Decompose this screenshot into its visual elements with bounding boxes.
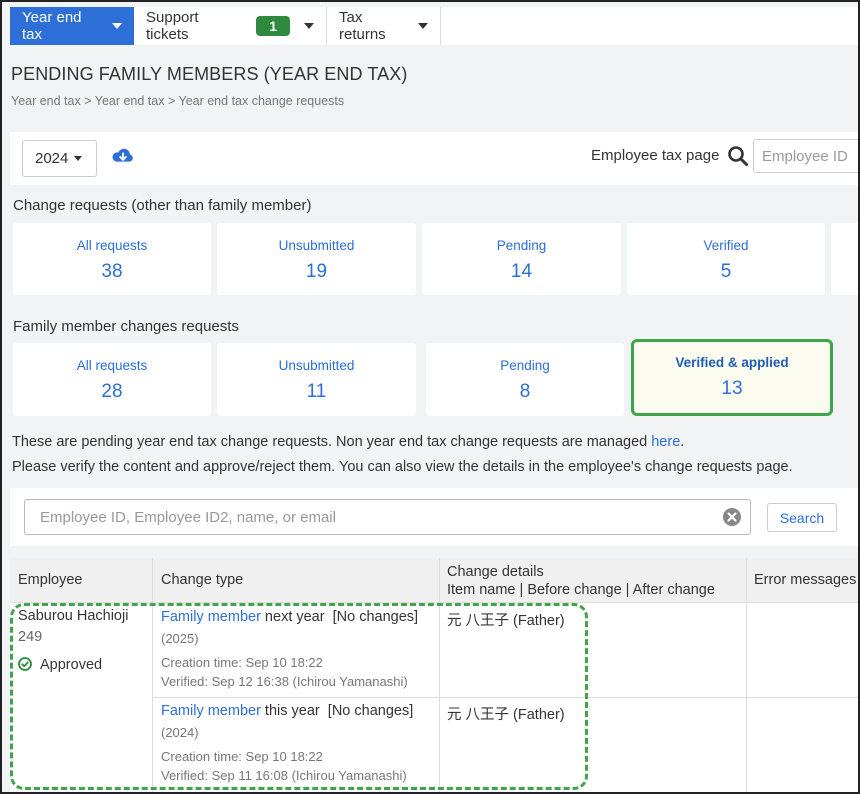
search-bar: Search: [10, 488, 858, 546]
year-select[interactable]: 2024: [22, 140, 97, 177]
status-label: Approved: [40, 657, 103, 673]
card-value: 14: [510, 261, 533, 282]
search-button[interactable]: Search: [767, 503, 837, 532]
card-value: 38: [101, 261, 123, 282]
change-year: (2025): [161, 631, 199, 646]
table-header: Employee Change type Change details Item…: [10, 558, 858, 603]
filter-bar: 2024 Employee tax page: [10, 132, 858, 185]
card-label: Pending: [496, 238, 547, 253]
column-divider: [746, 558, 747, 792]
family-card-unsubmitted[interactable]: Unsubmitted 11: [217, 343, 416, 416]
card-label: All requests: [76, 358, 148, 373]
change-type-row-2: Family member this year [No changes]: [161, 703, 413, 719]
change-type-text: this year [No changes]: [260, 703, 414, 719]
header-error-messages: Error messages: [754, 572, 857, 588]
change-type-row-1: Family member next year [No changes]: [161, 609, 418, 625]
card-label: Verified: [703, 238, 749, 253]
column-divider: [439, 558, 440, 792]
card-label: Verified & applied: [675, 355, 789, 370]
change-detail: 元 八王子 (Father): [447, 707, 565, 723]
card-label: All requests: [76, 238, 148, 253]
ticket-count-badge: 1: [256, 16, 290, 36]
cloud-download-icon[interactable]: [111, 146, 135, 166]
creation-time: Creation time: Sep 10 18:22: [161, 749, 323, 764]
family-card-verified-applied[interactable]: Verified & applied 13: [631, 339, 833, 416]
column-divider: [152, 558, 153, 792]
change-requests-title: Change requests (other than family membe…: [13, 197, 312, 214]
chevron-down-icon: [418, 23, 428, 29]
card-verified[interactable]: Verified 5: [627, 223, 825, 295]
employee-id-input[interactable]: [753, 139, 858, 173]
tab-year-end-tax[interactable]: Year end tax: [10, 7, 134, 45]
chevron-down-icon: [112, 23, 122, 29]
tab-label: Support tickets: [146, 9, 199, 43]
here-link[interactable]: here: [651, 434, 680, 450]
tab-label: Year end tax: [22, 9, 82, 43]
verified-time: Verified: Sep 12 16:38 (Ichirou Yamanash…: [161, 674, 408, 689]
info-line-1: These are pending year end tax change re…: [12, 434, 684, 450]
employee-id: 249: [18, 629, 43, 645]
card-pending[interactable]: Pending 14: [422, 223, 621, 295]
header-employee: Employee: [18, 572, 83, 588]
change-detail: 元 八王子 (Father): [447, 613, 565, 629]
employee-search-input[interactable]: [24, 499, 751, 535]
approved-status: Approved: [18, 657, 102, 673]
employee-name-link[interactable]: Saburou Hachioji: [18, 608, 128, 624]
clear-icon[interactable]: [722, 507, 742, 527]
card-unsubmitted[interactable]: Unsubmitted 19: [217, 223, 416, 295]
verified-time: Verified: Sep 11 16:08 (Ichirou Yamanash…: [161, 768, 407, 783]
card-value: 8: [519, 381, 531, 402]
tab-label: Tax returns: [339, 9, 386, 43]
card-all-requests[interactable]: All requests 38: [13, 223, 211, 295]
app-frame: Year end tax Support tickets 1 Tax retur…: [0, 0, 860, 794]
top-tab-bar: Year end tax Support tickets 1 Tax retur…: [10, 7, 858, 45]
tab-tax-returns[interactable]: Tax returns: [327, 7, 441, 45]
change-type-text: next year [No changes]: [260, 609, 419, 625]
card-value: 13: [721, 378, 743, 399]
chevron-down-icon: [304, 23, 314, 29]
card-partial[interactable]: [831, 223, 858, 295]
family-member-link[interactable]: Family member: [161, 703, 261, 719]
header-change-details: Change details: [447, 564, 544, 580]
card-value: 28: [101, 381, 123, 402]
chevron-down-icon: [74, 156, 83, 161]
page-title: PENDING FAMILY MEMBERS (YEAR END TAX): [11, 64, 408, 84]
header-change-type: Change type: [161, 572, 244, 588]
family-member-link[interactable]: Family member: [161, 609, 261, 625]
card-value: 5: [720, 261, 732, 282]
family-card-all-requests[interactable]: All requests 28: [13, 343, 211, 416]
search-icon[interactable]: [727, 145, 749, 167]
info-text: These are pending year end tax change re…: [12, 434, 648, 450]
breadcrumb: Year end tax > Year end tax > Year end t…: [11, 94, 345, 108]
header-change-details-sub: Item name | Before change | After change: [447, 582, 715, 598]
employee-tax-page-label: Employee tax page: [591, 147, 720, 164]
info-period: .: [680, 434, 685, 450]
tab-support-tickets[interactable]: Support tickets 1: [134, 7, 327, 45]
card-value: 19: [305, 261, 328, 282]
change-requests-table: Employee Change type Change details Item…: [10, 558, 858, 792]
check-circle-icon: [18, 657, 32, 671]
creation-time: Creation time: Sep 10 18:22: [161, 655, 323, 670]
row-divider: [153, 697, 858, 698]
year-select-value: 2024: [35, 150, 69, 167]
change-year: (2024): [161, 725, 199, 740]
card-label: Pending: [500, 358, 550, 373]
card-value: 11: [306, 381, 327, 402]
info-line-2: Please verify the content and approve/re…: [12, 459, 793, 475]
card-label: Unsubmitted: [278, 238, 355, 253]
card-label: Unsubmitted: [278, 358, 355, 373]
family-card-pending[interactable]: Pending 8: [426, 343, 624, 416]
family-requests-title: Family member changes requests: [13, 318, 239, 335]
